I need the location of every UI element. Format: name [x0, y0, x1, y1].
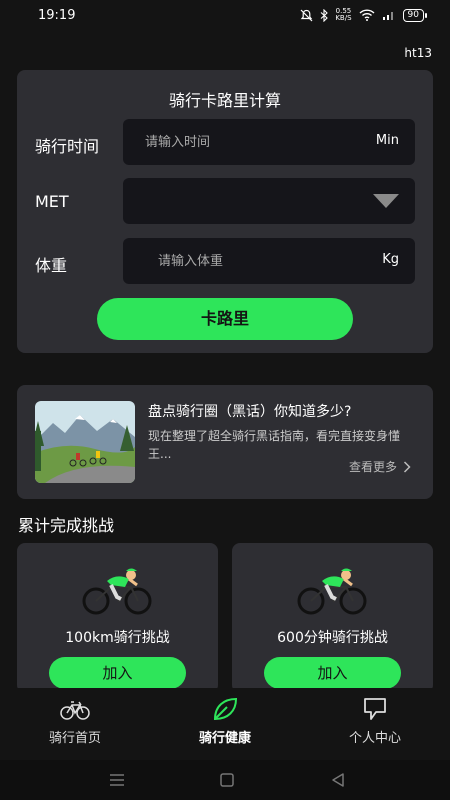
- article-card[interactable]: 盘点骑行圈（黑话）你知道多少? 现在整理了超全骑行黑话指南，看完直接变身懂王..…: [17, 385, 433, 499]
- time-unit: Min: [375, 133, 399, 148]
- challenge-card: 100km骑行挑战 加入: [17, 543, 218, 693]
- challenge-card: 600分钟骑行挑战 加入: [232, 543, 433, 693]
- bicycle-icon: [60, 701, 90, 720]
- calculator-title: 骑行卡路里计算: [168, 91, 281, 110]
- user-tag: ht13: [404, 46, 432, 60]
- tab-ride-home[interactable]: 骑行首页: [15, 696, 135, 746]
- calculate-calories-button[interactable]: 卡路里: [97, 298, 353, 340]
- tab-profile[interactable]: 个人中心: [315, 696, 435, 746]
- weight-unit: Kg: [382, 252, 399, 267]
- article-thumbnail: [35, 401, 135, 483]
- tab-label: 个人中心: [348, 731, 401, 746]
- dropdown-arrow-icon[interactable]: [373, 194, 399, 208]
- status-time: 19:19: [38, 8, 76, 23]
- signal-icon: [382, 12, 393, 20]
- menu-icon[interactable]: [105, 770, 129, 790]
- article-title[interactable]: 盘点骑行圈（黑话）你知道多少?: [148, 401, 351, 421]
- weight-field: Kg: [123, 238, 415, 284]
- system-nav-bar: [0, 760, 450, 800]
- tab-ride-health[interactable]: 骑行健康: [165, 696, 285, 746]
- chevron-right-icon: [403, 460, 411, 473]
- tab-label: 骑行首页: [48, 731, 101, 746]
- back-icon[interactable]: [326, 770, 350, 790]
- tab-label: 骑行健康: [198, 731, 251, 746]
- challenge-name: 600分钟骑行挑战: [277, 630, 388, 646]
- time-label: 骑行时间: [35, 137, 100, 156]
- join-challenge-button[interactable]: 加入: [264, 657, 401, 689]
- time-input[interactable]: [145, 119, 345, 165]
- view-more-link[interactable]: 查看更多: [349, 458, 411, 475]
- view-more-label: 查看更多: [348, 460, 397, 474]
- wifi-icon: [359, 9, 375, 21]
- calorie-calculator-card: 骑行卡路里计算 骑行时间 Min MET 体重 Kg 卡路里: [17, 70, 433, 353]
- bottom-tab-bar: 骑行首页 骑行健康 个人中心: [0, 688, 450, 760]
- leaf-icon: [213, 697, 238, 721]
- time-field: Min: [123, 119, 415, 165]
- home-icon[interactable]: [215, 770, 239, 790]
- mute-icon: [300, 9, 313, 21]
- met-select[interactable]: [123, 178, 415, 224]
- network-speed: 0.55 KB/S: [335, 7, 352, 22]
- met-label: MET: [35, 192, 69, 211]
- bluetooth-icon: [320, 8, 329, 22]
- cyclist-illustration: [297, 568, 367, 615]
- battery-indicator: 90: [402, 8, 428, 22]
- weight-input[interactable]: [158, 238, 358, 284]
- status-icons: 0.55 KB/S 90: [300, 7, 428, 22]
- status-bar: 19:19 0.55 KB/S 90: [0, 0, 450, 32]
- challenges-section-title: 累计完成挑战: [18, 516, 115, 535]
- weight-label: 体重: [35, 256, 68, 275]
- join-challenge-button[interactable]: 加入: [49, 657, 186, 689]
- chat-bubble-icon: [364, 698, 386, 720]
- challenge-name: 100km骑行挑战: [65, 630, 170, 646]
- cyclist-illustration: [82, 568, 152, 615]
